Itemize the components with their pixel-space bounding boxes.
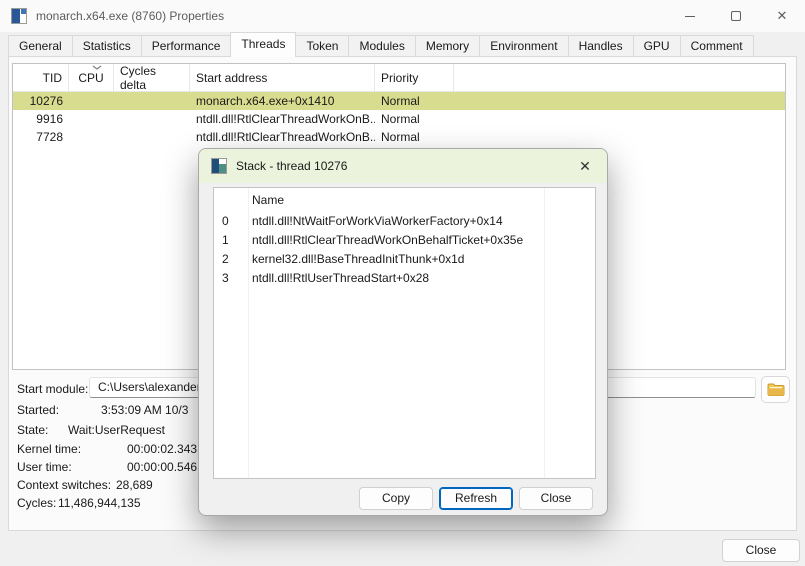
- state-label: State:: [17, 423, 48, 437]
- window-title: monarch.x64.exe (8760) Properties: [36, 9, 224, 23]
- cell-cpu: [69, 110, 114, 128]
- properties-close-button[interactable]: Close: [722, 539, 800, 562]
- column-header-start-address[interactable]: Start address: [190, 64, 375, 91]
- tab-modules[interactable]: Modules: [349, 35, 415, 57]
- user-time-value: 00:00:00.546: [127, 460, 197, 474]
- close-icon: ✕: [777, 8, 788, 24]
- started-value: 3:53:09 AM 10/3: [101, 403, 188, 417]
- tab-gpu[interactable]: GPU: [634, 35, 681, 57]
- column-header-tid[interactable]: TID: [13, 64, 69, 91]
- context-switches-value: 28,689: [116, 478, 153, 492]
- cell-priority: Normal: [375, 92, 454, 110]
- frame-name: kernel32.dll!BaseThreadInitThunk+0x1d: [252, 250, 464, 269]
- frame-name: ntdll.dll!RtlUserThreadStart+0x28: [252, 269, 429, 288]
- state-value: Wait:UserRequest: [68, 423, 165, 437]
- start-module-label: Start module:: [17, 382, 88, 396]
- stack-dialog: Stack - thread 10276 ✕ Name 0 ntdll.dll!…: [198, 148, 608, 516]
- stack-frame-row[interactable]: 3 ntdll.dll!RtlUserThreadStart+0x28: [214, 269, 595, 288]
- cell-priority: Normal: [375, 110, 454, 128]
- stack-dialog-titlebar: Stack - thread 10276 ✕: [199, 149, 607, 183]
- stack-dialog-close-button[interactable]: ✕: [563, 149, 607, 183]
- stack-dialog-title: Stack - thread 10276: [236, 159, 347, 173]
- cell-tid: 9916: [13, 110, 69, 128]
- tab-strip: General Statistics Performance Threads T…: [8, 33, 754, 57]
- frame-index: 3: [222, 269, 229, 288]
- cell-start-address: ntdll.dll!RtlClearThreadWorkOnB...: [190, 128, 375, 146]
- tab-performance[interactable]: Performance: [142, 35, 232, 57]
- tab-handles[interactable]: Handles: [569, 35, 634, 57]
- stack-frame-row[interactable]: 0 ntdll.dll!NtWaitForWorkViaWorkerFactor…: [214, 212, 595, 231]
- cell-start-address: ntdll.dll!RtlClearThreadWorkOnB...: [190, 110, 375, 128]
- close-icon: ✕: [579, 158, 591, 175]
- cell-tid: 10276: [13, 92, 69, 110]
- frame-index: 1: [222, 231, 229, 250]
- stack-rows: 0 ntdll.dll!NtWaitForWorkViaWorkerFactor…: [214, 212, 595, 288]
- tab-comment[interactable]: Comment: [681, 35, 754, 57]
- cycles-value: 11,486,944,135: [58, 496, 141, 510]
- maximize-icon: [731, 11, 741, 21]
- sort-descending-icon: [91, 64, 103, 71]
- close-window-button[interactable]: ✕: [759, 0, 805, 32]
- stack-frame-row[interactable]: 1 ntdll.dll!RtlClearThreadWorkOnBehalfTi…: [214, 231, 595, 250]
- stack-column-header-name[interactable]: Name: [252, 193, 284, 207]
- copy-button[interactable]: Copy: [359, 487, 433, 510]
- kernel-time-value: 00:00:02.343: [127, 442, 197, 456]
- cell-priority: Normal: [375, 128, 454, 146]
- process-hacker-app-icon: [11, 8, 27, 24]
- cell-cycles-delta: [114, 92, 190, 110]
- tab-threads[interactable]: Threads: [230, 32, 296, 57]
- thread-row-10276[interactable]: 10276 monarch.x64.exe+0x1410 Normal: [13, 92, 785, 110]
- frame-index: 2: [222, 250, 229, 269]
- tab-general[interactable]: General: [8, 35, 73, 57]
- threads-list-header: TID CPU Cycles delta Start address Prior…: [13, 64, 785, 92]
- tab-token[interactable]: Token: [296, 35, 349, 57]
- cell-start-address: monarch.x64.exe+0x1410: [190, 92, 375, 110]
- refresh-button[interactable]: Refresh: [439, 487, 513, 510]
- cell-cycles-delta: [114, 110, 190, 128]
- window-titlebar: monarch.x64.exe (8760) Properties ✕: [0, 0, 805, 32]
- tab-statistics[interactable]: Statistics: [73, 35, 142, 57]
- maximize-button[interactable]: [713, 0, 759, 32]
- context-switches-label: Context switches:: [17, 478, 111, 492]
- frame-index: 0: [222, 212, 229, 231]
- stack-close-button[interactable]: Close: [519, 487, 593, 510]
- tab-memory[interactable]: Memory: [416, 35, 480, 57]
- cycles-label: Cycles:: [17, 496, 56, 510]
- minimize-icon: [685, 16, 695, 17]
- stack-frame-row[interactable]: 2 kernel32.dll!BaseThreadInitThunk+0x1d: [214, 250, 595, 269]
- column-header-cycles-delta[interactable]: Cycles delta: [114, 64, 190, 91]
- stack-frame-list[interactable]: Name 0 ntdll.dll!NtWaitForWorkViaWorkerF…: [213, 187, 596, 479]
- cell-cpu: [69, 92, 114, 110]
- stack-dialog-icon: [211, 158, 227, 174]
- frame-name: ntdll.dll!NtWaitForWorkViaWorkerFactory+…: [252, 212, 503, 231]
- cell-cpu: [69, 128, 114, 146]
- cell-cycles-delta: [114, 128, 190, 146]
- thread-row-9916[interactable]: 9916 ntdll.dll!RtlClearThreadWorkOnB... …: [13, 110, 785, 128]
- started-label: Started:: [17, 403, 59, 417]
- browse-start-module-button[interactable]: [761, 376, 790, 403]
- column-header-priority[interactable]: Priority: [375, 64, 454, 91]
- folder-icon: [767, 382, 785, 397]
- window-controls: ✕: [667, 0, 805, 32]
- tab-environment[interactable]: Environment: [480, 35, 568, 57]
- kernel-time-label: Kernel time:: [17, 442, 81, 456]
- thread-row-7728[interactable]: 7728 ntdll.dll!RtlClearThreadWorkOnB... …: [13, 128, 785, 146]
- minimize-button[interactable]: [667, 0, 713, 32]
- cell-tid: 7728: [13, 128, 69, 146]
- frame-name: ntdll.dll!RtlClearThreadWorkOnBehalfTick…: [252, 231, 523, 250]
- user-time-label: User time:: [17, 460, 72, 474]
